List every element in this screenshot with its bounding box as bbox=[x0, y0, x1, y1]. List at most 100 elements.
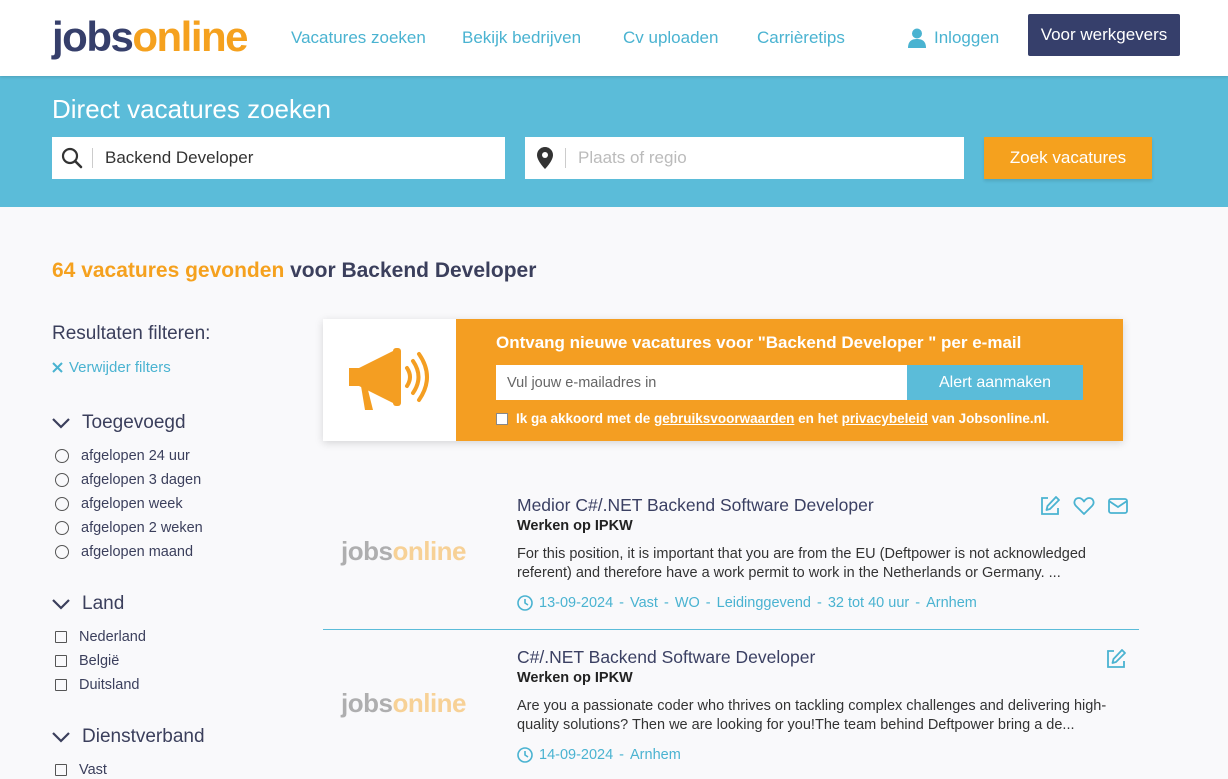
filter-option[interactable]: afgelopen maand bbox=[55, 543, 193, 561]
job-meta: 13-09-2024 - Vast - WO - Leidinggevend -… bbox=[517, 595, 977, 611]
logo-part-online: online bbox=[132, 13, 248, 60]
filter-option[interactable]: België bbox=[55, 652, 119, 670]
location-pin-icon bbox=[537, 147, 553, 169]
remove-filters-label: Verwijder filters bbox=[69, 359, 171, 376]
agree-prefix: Ik ga akkoord met de bbox=[516, 411, 655, 426]
nav-vacatures-zoeken[interactable]: Vacatures zoeken bbox=[291, 27, 426, 49]
filter-option-label: Vast bbox=[79, 762, 107, 778]
field-separator bbox=[92, 148, 93, 168]
employers-button[interactable]: Voor werkgevers bbox=[1028, 14, 1180, 56]
site-logo[interactable]: jobsonline bbox=[52, 12, 249, 62]
login-label: Inloggen bbox=[934, 28, 1000, 47]
meta-separator: - bbox=[915, 595, 921, 611]
nav-carrieretips[interactable]: Carrièretips bbox=[757, 27, 845, 49]
heart-icon[interactable] bbox=[1073, 495, 1095, 517]
filter-title: Resultaten filteren: bbox=[52, 323, 211, 344]
radio-button[interactable] bbox=[55, 449, 69, 463]
chevron-down-icon bbox=[52, 598, 70, 610]
chevron-down-icon bbox=[52, 417, 70, 429]
edit-icon[interactable] bbox=[1039, 495, 1061, 517]
meta-separator: - bbox=[816, 595, 822, 611]
remove-filters-link[interactable]: Verwijder filters bbox=[52, 359, 171, 376]
megaphone-icon bbox=[348, 348, 429, 410]
login-link[interactable]: Inloggen bbox=[908, 27, 999, 49]
user-icon bbox=[908, 28, 926, 48]
agree-text: Ik ga akkoord met de gebruiksvoorwaarden… bbox=[516, 411, 1049, 426]
logo-part-jobs: jobs bbox=[52, 13, 134, 60]
filter-option-label: afgelopen 24 uur bbox=[81, 448, 190, 464]
alert-email-input[interactable]: Vul jouw e-mailadres in bbox=[496, 365, 907, 400]
location-input[interactable]: Plaats of regio bbox=[578, 148, 687, 168]
filter-option[interactable]: afgelopen week bbox=[55, 495, 183, 513]
radio-button[interactable] bbox=[55, 545, 69, 559]
filter-option-label: afgelopen 3 dagen bbox=[81, 472, 202, 488]
checkbox[interactable] bbox=[55, 764, 67, 776]
filter-option[interactable]: Duitsland bbox=[55, 676, 139, 694]
job-contract: Vast bbox=[630, 595, 658, 611]
filter-option[interactable]: afgelopen 24 uur bbox=[55, 447, 190, 465]
filter-option-label: Duitsland bbox=[79, 677, 140, 693]
privacy-link[interactable]: privacybeleid bbox=[842, 411, 928, 426]
company-logo: jobsonline bbox=[341, 536, 467, 567]
filter-option[interactable]: afgelopen 2 weken bbox=[55, 519, 203, 537]
radio-button[interactable] bbox=[55, 473, 69, 487]
terms-link[interactable]: gebruiksvoorwaarden bbox=[654, 411, 794, 426]
company-logo-part: online bbox=[392, 688, 467, 718]
company-logo-part: jobs bbox=[341, 536, 393, 566]
meta-separator: - bbox=[619, 595, 625, 611]
job-card[interactable]: jobsonline Medior C#/.NET Backend Softwa… bbox=[323, 490, 1139, 620]
filter-option[interactable]: afgelopen 3 dagen bbox=[55, 471, 201, 489]
job-education: WO bbox=[674, 595, 700, 611]
filter-option[interactable]: Nederland bbox=[55, 628, 146, 646]
filter-group-label: Land bbox=[82, 593, 125, 614]
job-actions bbox=[1039, 495, 1129, 517]
alert-form-area: Ontvang nieuwe vacatures voor "Backend D… bbox=[456, 319, 1123, 441]
job-date: 14-09-2024 bbox=[539, 747, 614, 763]
meta-separator: - bbox=[705, 595, 711, 611]
location-field[interactable]: Plaats of regio bbox=[525, 137, 964, 179]
checkbox[interactable] bbox=[55, 655, 67, 667]
keyword-input[interactable]: Backend Developer bbox=[105, 148, 253, 168]
create-alert-button[interactable]: Alert aanmaken bbox=[907, 365, 1083, 400]
job-card[interactable]: jobsonline C#/.NET Backend Software Deve… bbox=[323, 642, 1139, 779]
job-location: Arnhem bbox=[926, 595, 977, 611]
search-button[interactable]: Zoek vacatures bbox=[984, 137, 1152, 179]
radio-button[interactable] bbox=[55, 521, 69, 535]
filter-group-label: Dienstverband bbox=[82, 726, 205, 747]
job-title[interactable]: C#/.NET Backend Software Developer bbox=[517, 647, 815, 668]
filter-group-label: Toegevoegd bbox=[82, 412, 186, 433]
checkbox[interactable] bbox=[55, 679, 67, 691]
job-description: For this position, it is important that … bbox=[517, 546, 1086, 581]
mail-icon[interactable] bbox=[1107, 495, 1129, 517]
agree-suffix: van Jobsonline.nl. bbox=[927, 411, 1050, 426]
job-date: 13-09-2024 bbox=[539, 595, 614, 611]
job-level: Leidinggevend bbox=[716, 595, 811, 611]
results-heading: 64 vacatures gevonden voor Backend Devel… bbox=[52, 258, 536, 284]
job-divider bbox=[323, 629, 1139, 630]
filter-group-dienstverband[interactable]: Dienstverband bbox=[52, 726, 205, 748]
filter-group-toegevoegd[interactable]: Toegevoegd bbox=[52, 412, 186, 434]
filter-option-label: afgelopen week bbox=[81, 496, 183, 512]
alert-title: Ontvang nieuwe vacatures voor "Backend D… bbox=[496, 333, 1022, 352]
agree-checkbox[interactable] bbox=[496, 412, 508, 425]
search-icon bbox=[61, 147, 83, 169]
clock-icon bbox=[517, 747, 533, 763]
chevron-down-icon bbox=[52, 731, 70, 743]
filter-option[interactable]: Vast bbox=[55, 761, 107, 779]
job-company: Werken op IPKW bbox=[517, 518, 633, 534]
filter-group-land[interactable]: Land bbox=[52, 593, 124, 615]
radio-button[interactable] bbox=[55, 497, 69, 511]
company-logo-part: online bbox=[392, 536, 467, 566]
job-actions bbox=[1105, 648, 1127, 670]
job-title[interactable]: Medior C#/.NET Backend Software Develope… bbox=[517, 495, 874, 516]
nav-cv-uploaden[interactable]: Cv uploaden bbox=[623, 27, 718, 49]
agree-terms: Ik ga akkoord met de gebruiksvoorwaarden… bbox=[496, 411, 1049, 426]
filter-option-label: Nederland bbox=[79, 629, 146, 645]
checkbox[interactable] bbox=[55, 631, 67, 643]
results-query: voor Backend Developer bbox=[284, 259, 537, 282]
close-icon bbox=[52, 362, 63, 373]
edit-icon[interactable] bbox=[1105, 648, 1127, 670]
nav-bekijk-bedrijven[interactable]: Bekijk bedrijven bbox=[462, 27, 581, 49]
keyword-field[interactable]: Backend Developer bbox=[52, 137, 505, 179]
meta-separator: - bbox=[619, 747, 625, 763]
